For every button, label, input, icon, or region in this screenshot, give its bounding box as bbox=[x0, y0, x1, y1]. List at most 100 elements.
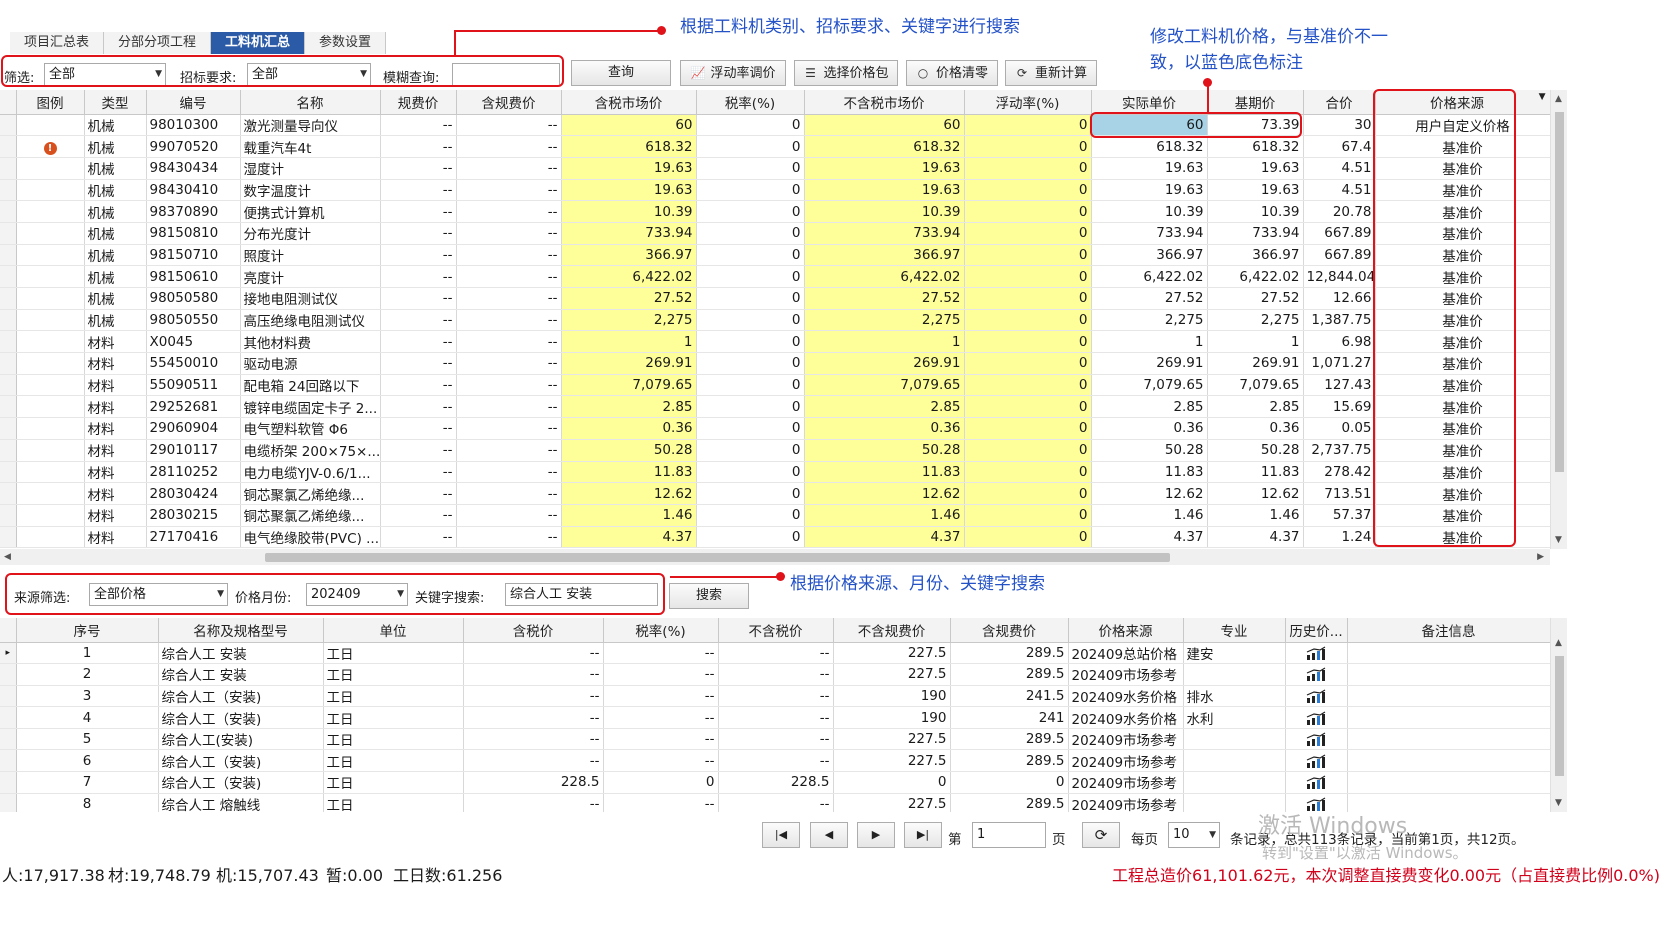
cell-index[interactable]: 7 bbox=[16, 771, 159, 794]
cell-fee[interactable]: -- bbox=[380, 330, 457, 354]
cell-base-price[interactable]: 50.28 bbox=[1207, 439, 1304, 462]
float-rate-button[interactable]: 📈 浮动率调价 bbox=[680, 60, 786, 86]
cell-total[interactable]: 15.69 bbox=[1303, 395, 1376, 419]
cell-float-rate[interactable]: 0 bbox=[964, 244, 1092, 267]
cell-tax-price[interactable]: -- bbox=[463, 706, 604, 729]
cell-total[interactable]: 20.78 bbox=[1303, 200, 1376, 223]
cell-total[interactable]: 2,737.75 bbox=[1303, 439, 1376, 462]
cell-tax-rate[interactable]: 0 bbox=[696, 157, 805, 180]
cell-code[interactable]: 29010117 bbox=[146, 439, 241, 462]
column-header[interactable]: 不含税价 bbox=[718, 618, 834, 643]
cell-tax-market-price[interactable]: 1.46 bbox=[561, 504, 697, 527]
cell-no-fee-price[interactable]: 227.5 bbox=[833, 728, 951, 751]
cell-fee[interactable]: -- bbox=[380, 374, 457, 397]
cell-tax-market-price[interactable]: 60 bbox=[561, 114, 697, 137]
cell-float-rate[interactable]: 0 bbox=[964, 482, 1092, 505]
cell-tax-rate[interactable]: 0 bbox=[696, 114, 805, 137]
table-row[interactable]: ▸ 1 综合人工 安装 工日 -- -- -- 227.5 289.5 202409总站价格 建安 bbox=[0, 642, 1550, 665]
cell-index[interactable]: 4 bbox=[16, 706, 159, 729]
cell-tax-market-price[interactable]: 6,422.02 bbox=[561, 265, 697, 288]
cell-type[interactable]: 机械 bbox=[84, 287, 147, 310]
cell-name[interactable]: 镀锌电缆固定卡子 2... bbox=[240, 395, 381, 419]
cell-float-rate[interactable]: 0 bbox=[964, 395, 1092, 419]
clear-price-button[interactable]: ○ 价格清零 bbox=[906, 60, 998, 86]
column-header[interactable]: 基期价 bbox=[1207, 90, 1304, 115]
cell-unit[interactable]: 工日 bbox=[323, 749, 464, 773]
cell-remark[interactable] bbox=[1347, 706, 1550, 729]
row-gutter[interactable] bbox=[0, 352, 17, 375]
cell-fee-price[interactable]: 289.5 bbox=[950, 728, 1069, 751]
cell-base-price[interactable]: 4.37 bbox=[1207, 526, 1304, 549]
cell-tax-market-price[interactable]: 269.91 bbox=[561, 352, 697, 375]
cell-base-price[interactable]: 2.85 bbox=[1207, 395, 1304, 419]
cell-float-rate[interactable]: 0 bbox=[964, 352, 1092, 375]
bar-chart-icon[interactable] bbox=[1306, 646, 1326, 660]
cell-name[interactable]: 驱动电源 bbox=[240, 352, 381, 375]
cell-float-rate[interactable]: 0 bbox=[964, 114, 1092, 137]
table-row[interactable]: 机械 98430434 湿度计 -- -- 19.63 0 19.63 0 19.63 19.63 4… bbox=[0, 157, 1550, 180]
cell-total[interactable]: 0.05 bbox=[1303, 417, 1376, 440]
table-row[interactable]: 材料 55450010 驱动电源 -- -- 269.91 0 269.91 0 269.91 26… bbox=[0, 352, 1550, 375]
cell-fee-price[interactable]: 0 bbox=[950, 771, 1069, 794]
cell-tax-market-price[interactable]: 12.62 bbox=[561, 482, 697, 505]
cell-tax-price[interactable]: -- bbox=[463, 685, 604, 708]
column-header[interactable]: 含税市场价 bbox=[561, 90, 697, 115]
table-row[interactable]: 材料 29010117 电缆桥架 200×75×... -- -- 50.28 0 50.28… bbox=[0, 439, 1550, 462]
column-header[interactable]: 序号 bbox=[16, 618, 159, 643]
cell-fee[interactable]: -- bbox=[380, 504, 457, 527]
cell-unit[interactable]: 工日 bbox=[323, 771, 464, 794]
search-button[interactable]: 搜索 bbox=[669, 583, 749, 609]
table-row[interactable]: 材料 X0045 其他材料费 -- -- 1 0 1 0 1 1 6.98 基准价 bbox=[0, 330, 1550, 354]
row-gutter[interactable] bbox=[0, 309, 17, 332]
cell-fee[interactable]: -- bbox=[380, 179, 457, 202]
prev-page-icon[interactable]: ◀ bbox=[810, 822, 848, 848]
cell-code[interactable]: 98050580 bbox=[146, 287, 241, 310]
cell-type[interactable]: 机械 bbox=[84, 114, 147, 137]
cell-float-rate[interactable]: 0 bbox=[964, 135, 1092, 158]
cell-actual-price[interactable]: 618.32 bbox=[1091, 135, 1208, 158]
table-row[interactable]: 机械 98150610 亮度计 -- -- 6,422.02 0 6,422.02 0 6,422… bbox=[0, 265, 1550, 288]
cell-type[interactable]: 机械 bbox=[84, 244, 147, 267]
cell-tax-price[interactable]: -- bbox=[463, 728, 604, 751]
cell-fee[interactable]: -- bbox=[380, 287, 457, 310]
cell-unit[interactable]: 工日 bbox=[323, 706, 464, 729]
row-gutter[interactable] bbox=[0, 135, 17, 158]
grid1-vertical-scroll-thumb[interactable] bbox=[1555, 112, 1564, 472]
cell-base-price[interactable]: 269.91 bbox=[1207, 352, 1304, 375]
cell-actual-price[interactable]: 50.28 bbox=[1091, 439, 1208, 462]
cell-tax-market-price[interactable]: 50.28 bbox=[561, 439, 697, 462]
table-row[interactable]: 机械 98010300 激光测量导向仪 -- -- 60 0 60 0 60 73.39 30 用户自定… bbox=[0, 114, 1550, 137]
cell-name[interactable]: 照度计 bbox=[240, 244, 381, 267]
cell-fee[interactable]: -- bbox=[380, 222, 457, 245]
table-row[interactable]: 3 综合人工（安装) 工日 -- -- -- 190 241.5 202409水务价格 排水 bbox=[0, 685, 1550, 708]
cell-float-rate[interactable]: 0 bbox=[964, 439, 1092, 462]
cell-no-tax-market-price[interactable]: 1.46 bbox=[804, 504, 965, 527]
cell-actual-price[interactable]: 7,079.65 bbox=[1091, 374, 1208, 397]
row-gutter[interactable] bbox=[0, 439, 17, 462]
cell-no-tax-market-price[interactable]: 11.83 bbox=[804, 461, 965, 484]
cell-no-tax-market-price[interactable]: 19.63 bbox=[804, 179, 965, 202]
cell-code[interactable]: 99070520 bbox=[146, 135, 241, 158]
table-row[interactable]: 机械 98150810 分布光度计 -- -- 733.94 0 733.94 0 733.94 7… bbox=[0, 222, 1550, 245]
cell-fee[interactable]: -- bbox=[380, 417, 457, 440]
cell-no-tax-price[interactable]: -- bbox=[718, 663, 834, 686]
cell-no-fee-price[interactable]: 227.5 bbox=[833, 642, 951, 665]
table-row[interactable]: 5 综合人工(安装) 工日 -- -- -- 227.5 289.5 202409市场参考 bbox=[0, 728, 1550, 751]
cell-fee[interactable]: -- bbox=[380, 135, 457, 158]
table-row[interactable]: 材料 28030215 铜芯聚氯乙烯绝缘... -- -- 1.46 0 1.46 0 1.46 1… bbox=[0, 504, 1550, 527]
row-gutter[interactable] bbox=[0, 685, 17, 708]
cell-with-fee[interactable]: -- bbox=[456, 244, 562, 267]
cell-code[interactable]: 98370890 bbox=[146, 200, 241, 223]
cell-tax-market-price[interactable]: 10.39 bbox=[561, 200, 697, 223]
row-gutter[interactable] bbox=[0, 706, 17, 729]
column-header[interactable]: 合价 bbox=[1303, 90, 1376, 115]
cell-no-tax-market-price[interactable]: 27.52 bbox=[804, 287, 965, 310]
cell-fee[interactable]: -- bbox=[380, 395, 457, 419]
cell-remark[interactable] bbox=[1347, 749, 1550, 773]
cell-tax-rate[interactable]: 0 bbox=[696, 265, 805, 288]
cell-name[interactable]: 电气塑料软管 Φ6 bbox=[240, 417, 381, 440]
cell-index[interactable]: 8 bbox=[16, 793, 159, 812]
scroll-down-icon[interactable]: ▼ bbox=[1555, 535, 1562, 545]
tab-labor-material-machine[interactable]: 工料机汇总 bbox=[211, 32, 306, 54]
cell-base-price[interactable]: 2,275 bbox=[1207, 309, 1304, 332]
